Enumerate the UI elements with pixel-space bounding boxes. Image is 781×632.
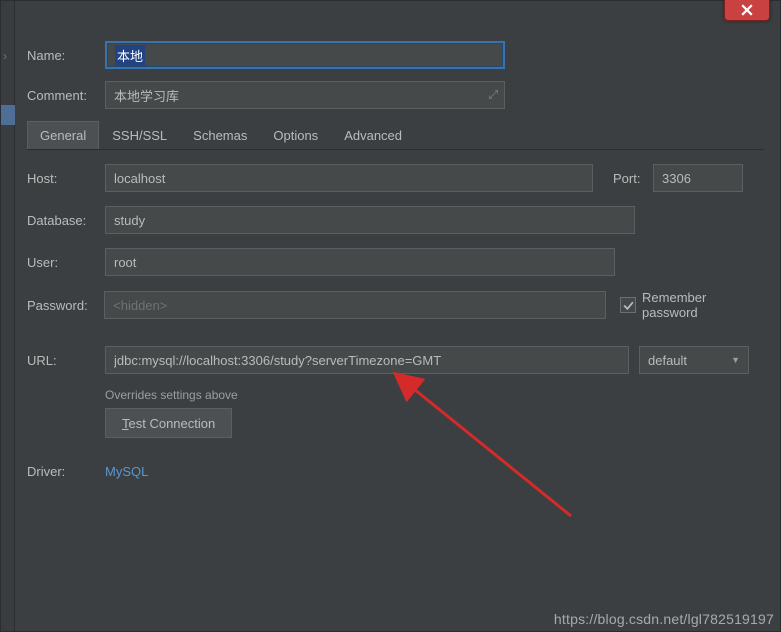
- host-label: Host:: [27, 171, 105, 186]
- port-label: Port:: [613, 171, 653, 186]
- window-close-button[interactable]: [724, 0, 770, 21]
- watermark: https://blog.csdn.net/lgl782519197: [554, 611, 774, 627]
- rail-marker: [1, 105, 15, 125]
- name-label: Name:: [27, 48, 105, 63]
- user-label: User:: [27, 255, 105, 270]
- name-value: 本地: [115, 45, 145, 66]
- close-icon: [741, 4, 753, 16]
- test-connection-rest: est Connection: [129, 416, 216, 431]
- checkbox-box: [620, 297, 636, 313]
- database-label: Database:: [27, 213, 105, 228]
- chevron-down-icon: ▼: [731, 355, 740, 365]
- test-connection-button[interactable]: Test Connection: [105, 408, 232, 438]
- url-mode-dropdown[interactable]: default ▼: [639, 346, 749, 374]
- database-input[interactable]: [105, 206, 635, 234]
- tab-schemas[interactable]: Schemas: [180, 121, 260, 149]
- comment-value: 本地学习库: [114, 86, 179, 105]
- user-input[interactable]: [105, 248, 615, 276]
- comment-label: Comment:: [27, 88, 105, 103]
- url-hint: Overrides settings above: [105, 388, 764, 402]
- port-input[interactable]: [653, 164, 743, 192]
- chevron-right-icon: ›: [3, 49, 7, 63]
- tab-advanced[interactable]: Advanced: [331, 121, 415, 149]
- comment-input[interactable]: 本地学习库 ⤢: [105, 81, 505, 109]
- password-input[interactable]: [104, 291, 606, 319]
- name-input[interactable]: 本地: [105, 41, 505, 69]
- driver-label: Driver:: [27, 464, 105, 479]
- check-icon: [623, 300, 634, 311]
- left-rail: ›: [1, 1, 15, 631]
- remember-password-checkbox[interactable]: Remember password: [620, 290, 764, 320]
- tab-options[interactable]: Options: [260, 121, 331, 149]
- url-label: URL:: [27, 353, 105, 368]
- host-input[interactable]: [105, 164, 593, 192]
- url-mode-value: default: [648, 353, 687, 368]
- driver-link[interactable]: MySQL: [105, 464, 148, 479]
- tab-ssh-ssl[interactable]: SSH/SSL: [99, 121, 180, 149]
- remember-password-label: Remember password: [642, 290, 764, 320]
- tab-general[interactable]: General: [27, 121, 99, 149]
- url-input[interactable]: [105, 346, 629, 374]
- password-label: Password:: [27, 298, 104, 313]
- expand-icon[interactable]: ⤢: [488, 88, 498, 103]
- tab-bar: General SSH/SSL Schemas Options Advanced: [27, 121, 764, 150]
